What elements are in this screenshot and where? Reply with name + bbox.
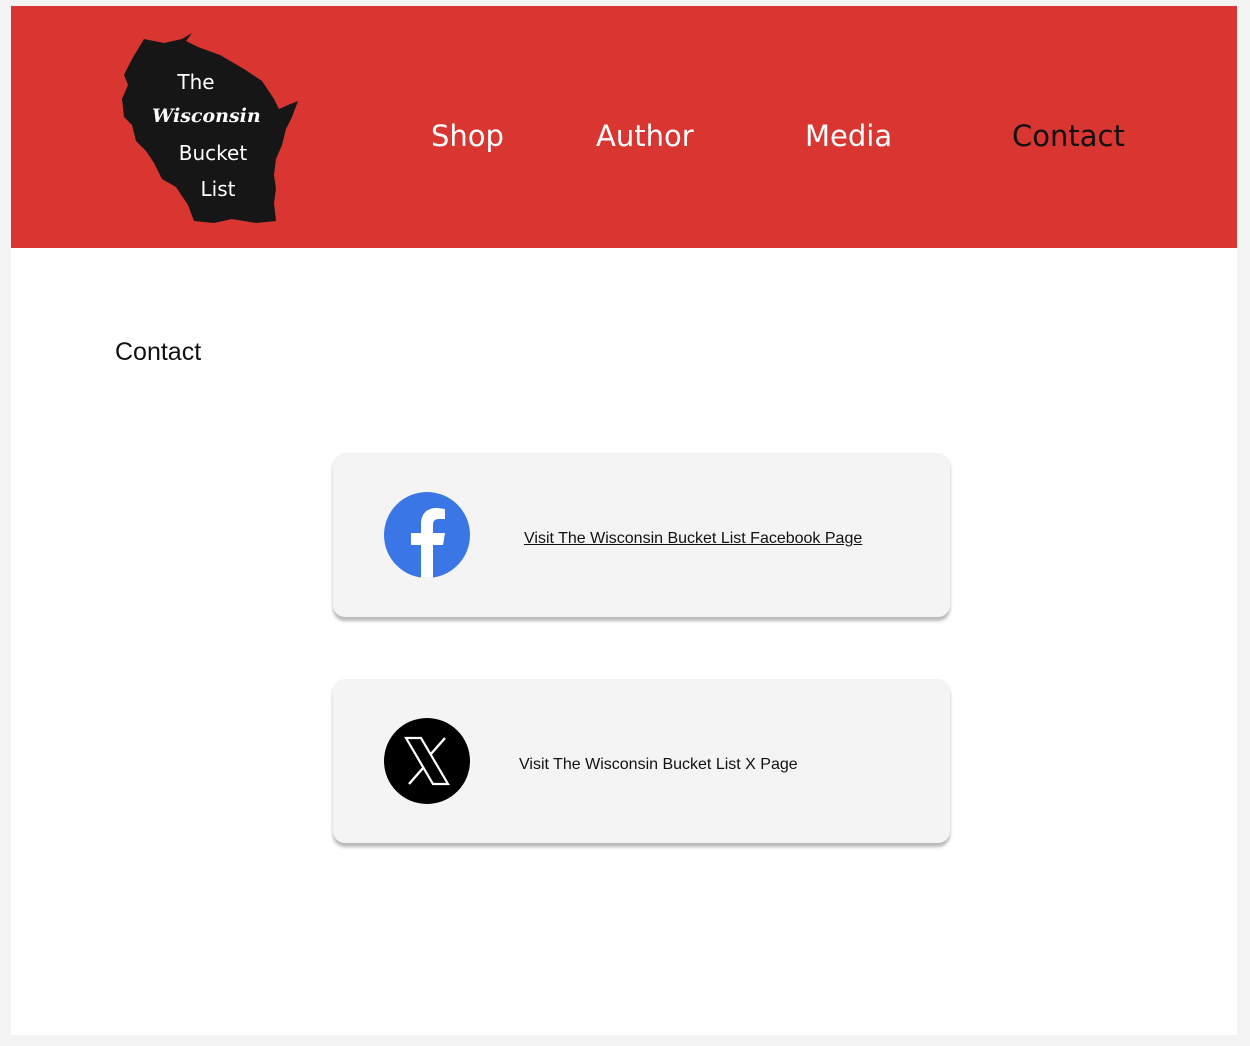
x-page-link[interactable]: Visit The Wisconsin Bucket List X Page [519, 757, 798, 773]
site-logo[interactable]: The Wisconsin Bucket List [116, 29, 298, 225]
site-header: The Wisconsin Bucket List Shop Author Me… [11, 6, 1237, 248]
logo-text-list: List [200, 177, 236, 201]
nav-contact[interactable]: Contact [1012, 122, 1125, 151]
facebook-page-link[interactable]: Visit The Wisconsin Bucket List Facebook… [524, 531, 862, 547]
nav-media[interactable]: Media [805, 122, 892, 151]
logo-text-bucket: Bucket [178, 141, 248, 165]
page: The Wisconsin Bucket List Shop Author Me… [11, 6, 1237, 1035]
page-title: Contact [115, 338, 202, 366]
logo-text-wisconsin: Wisconsin [152, 105, 261, 127]
x-logo-icon[interactable] [384, 718, 470, 804]
facebook-icon[interactable] [384, 492, 470, 578]
x-card: Visit The Wisconsin Bucket List X Page [333, 679, 950, 843]
facebook-card: Visit The Wisconsin Bucket List Facebook… [333, 453, 950, 617]
logo-text-the: The [177, 70, 215, 94]
nav-author[interactable]: Author [596, 122, 694, 151]
nav-shop[interactable]: Shop [431, 122, 504, 151]
